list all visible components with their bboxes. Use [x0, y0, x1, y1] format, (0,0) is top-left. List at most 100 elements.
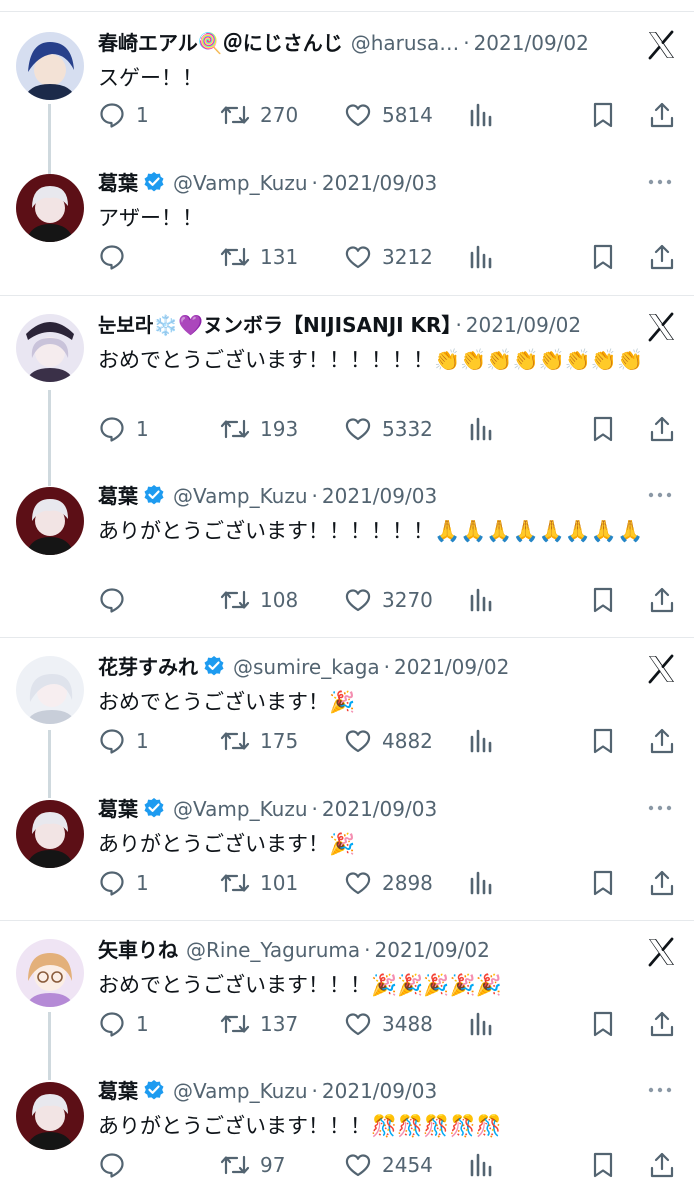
tweet-header: 눈보라❄️💜ヌンボラ【NIJISANJI KR】 · 2021/09/02 — [98, 310, 624, 340]
more-options-button[interactable] — [646, 794, 674, 822]
tweet[interactable]: 葛葉 @Vamp_Kuzu · 2021/09/03 アザー！！ 131 3212 — [0, 168, 694, 278]
reply-button[interactable]: 1 — [98, 724, 149, 758]
reply-button[interactable]: 1 — [98, 98, 149, 132]
display-name[interactable]: 花芽すみれ — [98, 655, 198, 679]
views-button[interactable] — [468, 98, 494, 132]
views-button[interactable] — [468, 412, 494, 446]
bookmark-button[interactable] — [590, 98, 616, 132]
tweet[interactable]: 葛葉 @Vamp_Kuzu · 2021/09/03 ありがとうございます！🎉 1 1… — [0, 794, 694, 904]
tweet-date[interactable]: 2021/09/02 — [474, 31, 589, 55]
avatar[interactable] — [16, 32, 84, 100]
display-name[interactable]: 矢車りね — [98, 938, 178, 962]
like-button[interactable]: 4882 — [344, 724, 433, 758]
share-button[interactable] — [648, 724, 676, 758]
retweet-button[interactable]: 101 — [220, 866, 298, 900]
tweet-text: スゲー！！ — [98, 66, 203, 90]
retweet-button[interactable]: 131 — [220, 240, 298, 274]
like-button[interactable]: 5814 — [344, 98, 433, 132]
share-button[interactable] — [648, 98, 676, 132]
user-handle[interactable]: @Vamp_Kuzu — [173, 484, 308, 508]
like-button[interactable]: 3488 — [344, 1007, 433, 1041]
separator-dot: · — [311, 171, 318, 195]
reply-button[interactable]: 1 — [98, 1007, 149, 1041]
display-name[interactable]: 春崎エアル🍭＠にじさんじ — [98, 31, 343, 55]
bar-chart-icon — [470, 1012, 492, 1036]
display-name[interactable]: 葛葉 — [98, 171, 138, 195]
reply-button[interactable]: 1 — [98, 412, 149, 446]
tweet[interactable]: 葛葉 @Vamp_Kuzu · 2021/09/03 ありがとうございます！！！！！！… — [0, 481, 694, 631]
retweet-button[interactable]: 193 — [220, 412, 298, 446]
bookmark-button[interactable] — [590, 866, 616, 900]
retweet-button[interactable]: 108 — [220, 583, 298, 617]
views-button[interactable] — [468, 724, 494, 758]
reply-button[interactable] — [98, 240, 136, 274]
share-arrow-icon — [650, 870, 674, 896]
tweet[interactable]: 葛葉 @Vamp_Kuzu · 2021/09/03 ありがとうございます！！！🎊🎊🎊… — [0, 1076, 694, 1186]
like-button[interactable]: 3212 — [344, 240, 433, 274]
share-button[interactable] — [648, 412, 676, 446]
views-button[interactable] — [468, 1007, 494, 1041]
user-handle[interactable]: @harusa… — [351, 31, 460, 55]
user-handle[interactable]: @Vamp_Kuzu — [173, 1079, 308, 1103]
tweet-date[interactable]: 2021/09/02 — [394, 655, 509, 679]
views-button[interactable] — [468, 866, 494, 900]
like-button[interactable]: 3270 — [344, 583, 433, 617]
tweet-date[interactable]: 2021/09/02 — [466, 313, 581, 337]
retweet-button[interactable]: 137 — [220, 1007, 298, 1041]
views-button[interactable] — [468, 583, 494, 617]
reply-button[interactable] — [98, 1148, 136, 1182]
avatar[interactable] — [16, 939, 84, 1007]
share-button[interactable] — [648, 1007, 676, 1041]
more-options-button[interactable] — [646, 168, 674, 196]
bookmark-button[interactable] — [590, 240, 616, 274]
retweet-button[interactable]: 270 — [220, 98, 298, 132]
more-options-button[interactable] — [646, 481, 674, 509]
display-name[interactable]: 葛葉 — [98, 797, 138, 821]
avatar[interactable] — [16, 1082, 84, 1150]
reply-button[interactable]: 1 — [98, 866, 149, 900]
tweet-date[interactable]: 2021/09/02 — [375, 938, 490, 962]
bookmark-button[interactable] — [590, 412, 616, 446]
speech-bubble-icon — [100, 871, 124, 896]
like-button[interactable]: 5332 — [344, 412, 433, 446]
tweet[interactable]: 矢車りね @Rine_Yaguruma · 2021/09/02 おめでとうございます… — [0, 935, 694, 1055]
user-handle[interactable]: @sumire_kaga — [233, 655, 380, 679]
speech-bubble-icon — [100, 729, 124, 754]
tweet-date[interactable]: 2021/09/03 — [322, 1079, 437, 1103]
bookmark-button[interactable] — [590, 1007, 616, 1041]
user-handle[interactable]: @Rine_Yaguruma — [186, 938, 360, 962]
tweet-header: 葛葉 @Vamp_Kuzu · 2021/09/03 — [98, 168, 624, 198]
avatar[interactable] — [16, 800, 84, 868]
avatar[interactable] — [16, 656, 84, 724]
more-options-button[interactable] — [646, 1076, 674, 1104]
retweet-button[interactable]: 175 — [220, 724, 298, 758]
display-name[interactable]: 葛葉 — [98, 1079, 138, 1103]
tweet[interactable]: 春崎エアル🍭＠にじさんじ @harusa… · 2021/09/02 スゲー！！ 1 … — [0, 28, 694, 138]
share-button[interactable] — [648, 240, 676, 274]
like-button[interactable]: 2454 — [344, 1148, 433, 1182]
tweet[interactable]: 花芽すみれ @sumire_kaga · 2021/09/02 おめでとうございます！… — [0, 652, 694, 772]
retweet-button[interactable]: 97 — [220, 1148, 285, 1182]
display-name[interactable]: 葛葉 — [98, 484, 138, 508]
bookmark-button[interactable] — [590, 583, 616, 617]
bookmark-icon — [593, 1152, 613, 1178]
tweet-date[interactable]: 2021/09/03 — [322, 171, 437, 195]
views-button[interactable] — [468, 240, 494, 274]
tweet[interactable]: 눈보라❄️💜ヌンボラ【NIJISANJI KR】 · 2021/09/02 おめでと… — [0, 310, 694, 470]
bookmark-button[interactable] — [590, 1148, 616, 1182]
share-button[interactable] — [648, 1148, 676, 1182]
like-button[interactable]: 2898 — [344, 866, 433, 900]
bookmark-button[interactable] — [590, 724, 616, 758]
user-handle[interactable]: @Vamp_Kuzu — [173, 171, 308, 195]
avatar[interactable] — [16, 314, 84, 382]
reply-button[interactable] — [98, 583, 136, 617]
views-button[interactable] — [468, 1148, 494, 1182]
share-button[interactable] — [648, 583, 676, 617]
tweet-date[interactable]: 2021/09/03 — [322, 797, 437, 821]
tweet-date[interactable]: 2021/09/03 — [322, 484, 437, 508]
avatar[interactable] — [16, 487, 84, 555]
share-button[interactable] — [648, 866, 676, 900]
display-name[interactable]: 눈보라❄️💜ヌンボラ【NIJISANJI KR】 — [98, 313, 451, 337]
user-handle[interactable]: @Vamp_Kuzu — [173, 797, 308, 821]
avatar[interactable] — [16, 174, 84, 242]
